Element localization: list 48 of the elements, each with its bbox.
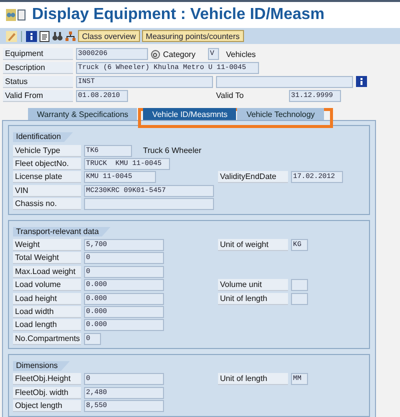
field-label: Status (3, 76, 73, 88)
field-label: FleetObj. width (13, 386, 81, 399)
input-field[interactable] (291, 279, 308, 292)
field-label: Volume unit (218, 279, 288, 292)
group-title: Identification (13, 132, 73, 142)
field-text: Truck 6 Wheeler (143, 146, 202, 156)
field-label: Load length (13, 319, 81, 332)
field-label: ValidityEndDate (218, 171, 288, 184)
field-label: Category (163, 50, 196, 59)
tab[interactable]: Vehicle ID/Measmnts (143, 108, 236, 120)
field-label: Fleet objectNo. (13, 158, 81, 170)
hierarchy-icon[interactable] (65, 30, 76, 42)
field-label: VIN (13, 184, 81, 197)
field-label: Vehicle Type (13, 144, 81, 157)
field-label: Chassis no. (13, 198, 81, 210)
field-label: Weight (13, 238, 81, 251)
window-title: Display Equipment : Vehicle ID/Measm (32, 6, 325, 24)
input-field[interactable] (216, 76, 353, 88)
field-label: Description (3, 62, 73, 74)
group-title: Dimensions (13, 361, 70, 372)
circle-icon[interactable] (151, 50, 160, 59)
field-label: Load volume (13, 279, 81, 292)
input-field[interactable] (84, 198, 214, 210)
field-label: Unit of length (218, 373, 288, 386)
tab[interactable]: Vehicle Technology (237, 108, 324, 120)
toolbar-button[interactable]: Class overview (78, 30, 140, 42)
field-label: FleetObj.Height (13, 373, 81, 386)
field-label: Equipment (3, 48, 73, 60)
field-label: Unit of weight (218, 238, 288, 251)
field-label: Load height (13, 292, 81, 304)
group-title: Transport-relevant data (13, 226, 111, 237)
document-icon[interactable] (39, 30, 50, 42)
field-label: Load width (13, 306, 81, 318)
info-icon[interactable] (356, 76, 367, 88)
field-label: Total Weight (13, 252, 81, 264)
toolbar-button[interactable]: Measuring points/counters (142, 30, 244, 42)
field-label: Object length (13, 400, 81, 412)
tab[interactable]: Warranty & Specifications (28, 108, 138, 120)
field-label: Valid From (3, 90, 73, 102)
field-label: Unit of length (218, 292, 288, 304)
field-label: Max.Load weight (13, 266, 81, 278)
field-label: License plate (13, 171, 81, 184)
category-text: Vehicles (226, 50, 256, 59)
input-field[interactable] (291, 292, 308, 304)
field-label: Valid To (216, 91, 245, 100)
info-icon[interactable] (26, 30, 37, 42)
field-label: No.Compartments (13, 332, 81, 345)
binoculars-icon[interactable] (52, 30, 63, 42)
